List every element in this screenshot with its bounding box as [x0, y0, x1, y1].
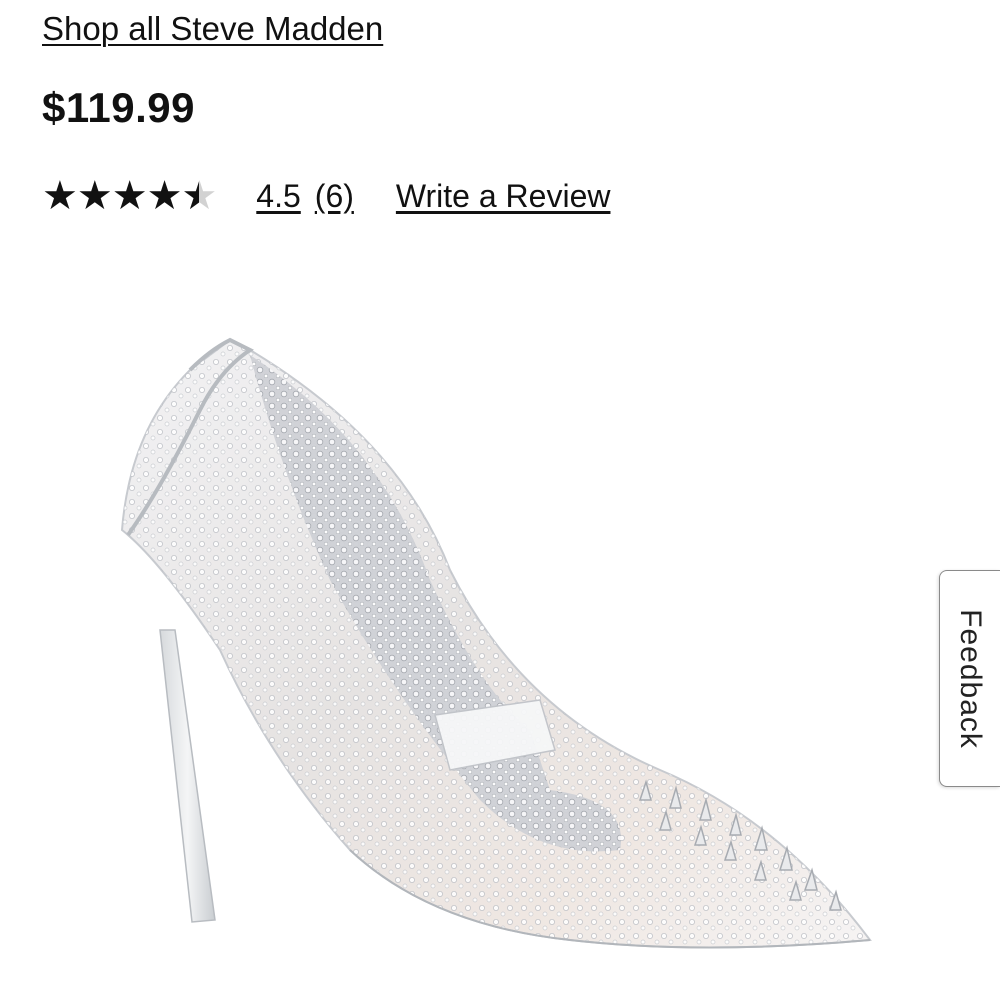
shop-brand-link[interactable]: Shop all Steve Madden	[42, 10, 383, 48]
rating-row: ★★★★★ ★★★★★ 4.5 (6) Write a Review	[42, 172, 610, 220]
product-page: Shop all Steve Madden $119.99 ★★★★★ ★★★★…	[0, 0, 1000, 1000]
star-rating-icon[interactable]: ★★★★★ ★★★★★	[42, 172, 217, 220]
product-price: $119.99	[42, 84, 196, 131]
feedback-tab[interactable]: Feedback	[939, 570, 1000, 787]
write-review-link[interactable]: Write a Review	[396, 178, 611, 215]
feedback-label: Feedback	[954, 608, 987, 749]
rating-value-link[interactable]: 4.5	[256, 178, 300, 215]
review-count-link[interactable]: (6)	[315, 178, 354, 215]
product-image[interactable]	[100, 330, 890, 990]
